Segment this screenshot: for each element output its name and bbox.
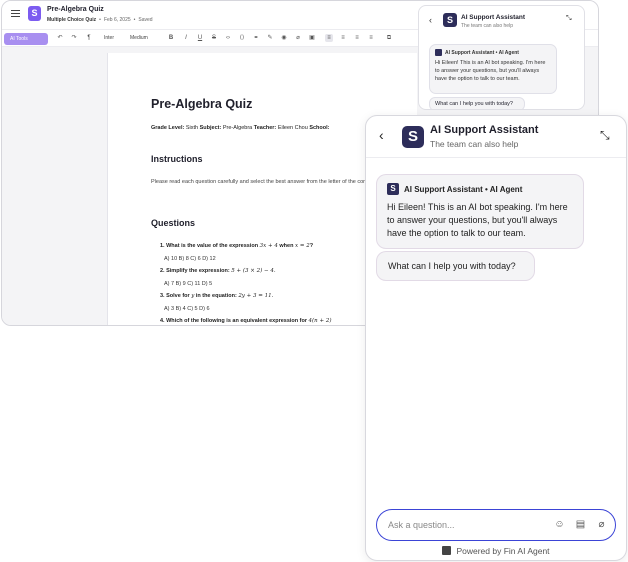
chat-panel: ‹ S AI Support Assistant The team can al… — [365, 115, 627, 561]
emoji-icon[interactable]: ☺ — [553, 518, 566, 531]
answers-2: A) 7 B) 9 C) 11 D) 5 — [164, 281, 213, 287]
chat-header: ‹ S AI Support Assistant The team can al… — [366, 116, 626, 158]
doc-meta: Multiple Choice Quiz • Feb 6, 2025 • Saved — [47, 17, 153, 23]
mini-agent-label: AI Support Assistant • AI Agent — [445, 49, 519, 56]
underline-icon[interactable]: U — [196, 34, 204, 42]
code-block-icon[interactable]: ⟨⟩ — [238, 34, 246, 42]
mini-chat-panel: ‹ S AI Support Assistant The team can al… — [418, 5, 585, 110]
assistant-logo-icon: S — [402, 126, 424, 148]
chat-title: AI Support Assistant — [430, 124, 539, 136]
question-4: 4. Which of the following is an equivale… — [160, 318, 332, 324]
code-icon[interactable]: ‹› — [224, 34, 232, 42]
agent-message-bubble: S AI Support Assistant • AI Agent Hi Eil… — [376, 174, 584, 249]
mini-agent-message: AI Support Assistant • AI Agent Hi Eilee… — [429, 44, 557, 94]
align-center-icon[interactable]: ≡ — [339, 34, 347, 42]
image-icon[interactable]: ▣ — [308, 34, 316, 42]
expand-icon[interactable]: ⤡ — [566, 15, 572, 23]
bold-icon[interactable]: B — [167, 34, 175, 42]
agent-logo-icon — [435, 49, 442, 56]
highlight-icon[interactable]: ✎ — [266, 34, 274, 42]
font-family-select[interactable]: Inter — [104, 35, 114, 41]
powered-by: Powered by Fin AI Agent — [366, 546, 626, 556]
copy-icon[interactable]: ⧉ — [385, 34, 393, 42]
answers-3: A) 3 B) 4 C) 5 D) 6 — [164, 306, 210, 312]
question-1: 1. What is the value of the expression 3… — [160, 243, 314, 249]
answers-1: A) 10 B) 8 C) 6 D) 12 — [164, 256, 216, 262]
questions-heading: Questions — [151, 218, 196, 228]
menu-icon[interactable] — [11, 10, 20, 17]
paint-format-icon[interactable]: ¶ — [85, 34, 93, 42]
clear-format-icon[interactable]: ⌀ — [294, 34, 302, 42]
back-arrow-icon[interactable]: ‹ — [379, 127, 384, 143]
document-title: Pre-Algebra Quiz — [151, 97, 253, 111]
doc-title: Pre-Algebra Quiz — [47, 6, 104, 13]
color-icon[interactable]: ◉ — [280, 34, 288, 42]
app-logo-icon: S — [28, 6, 41, 21]
ai-tools-button[interactable]: AI Tools — [4, 33, 48, 45]
mini-question-bubble: What can I help you with today? — [429, 97, 525, 109]
gif-icon[interactable]: ▤ — [574, 518, 587, 531]
chat-input[interactable] — [388, 518, 538, 532]
mini-chat-title: AI Support Assistant — [461, 14, 526, 21]
align-left-icon[interactable]: ≡ — [325, 34, 333, 42]
mini-message-text: Hi Eileen! This is an AI bot speaking. I… — [435, 60, 546, 82]
link-icon[interactable]: ⚭ — [252, 34, 260, 42]
doc-date: Feb 6, 2025 — [103, 17, 131, 23]
strikethrough-icon[interactable]: S — [210, 34, 218, 42]
back-icon[interactable]: ‹ — [429, 15, 432, 25]
save-status: Saved — [138, 17, 153, 23]
fin-logo-icon — [442, 546, 452, 555]
agent-question-bubble: What can I help you with today? — [376, 251, 535, 281]
attachment-icon[interactable]: ⌀ — [595, 518, 608, 531]
mini-chat-subtitle: The team can also help — [461, 23, 513, 29]
agent-message-text: Hi Eileen! This is an AI bot speaking. I… — [387, 202, 568, 238]
undo-icon[interactable]: ↶ — [56, 34, 64, 42]
question-2: 2. Simplify the expression: 5 + (3 × 2) … — [160, 268, 276, 274]
question-3: 3. Solve for y in the equation: 2y + 3 =… — [160, 293, 274, 299]
agent-label: AI Support Assistant • AI Agent — [404, 184, 523, 194]
doc-type: Multiple Choice Quiz — [47, 17, 97, 23]
assistant-logo-icon: S — [443, 13, 457, 27]
chat-input-box[interactable]: ☺ ▤ ⌀ — [376, 509, 616, 541]
align-justify-icon[interactable]: ≡ — [367, 34, 375, 42]
chat-subtitle: The team can also help — [430, 139, 519, 149]
powered-by-text: Powered by Fin AI Agent — [456, 546, 550, 556]
info-line: Grade Level: Sixth Subject: Pre-Algebra … — [151, 125, 330, 131]
align-right-icon[interactable]: ≡ — [353, 34, 361, 42]
font-weight-select[interactable]: Medium — [130, 35, 148, 41]
redo-icon[interactable]: ↷ — [70, 34, 78, 42]
expand-icon[interactable]: ⤡ — [600, 128, 610, 143]
agent-logo-icon: S — [387, 183, 399, 195]
instructions-heading: Instructions — [151, 154, 203, 164]
italic-icon[interactable]: I — [182, 34, 190, 42]
